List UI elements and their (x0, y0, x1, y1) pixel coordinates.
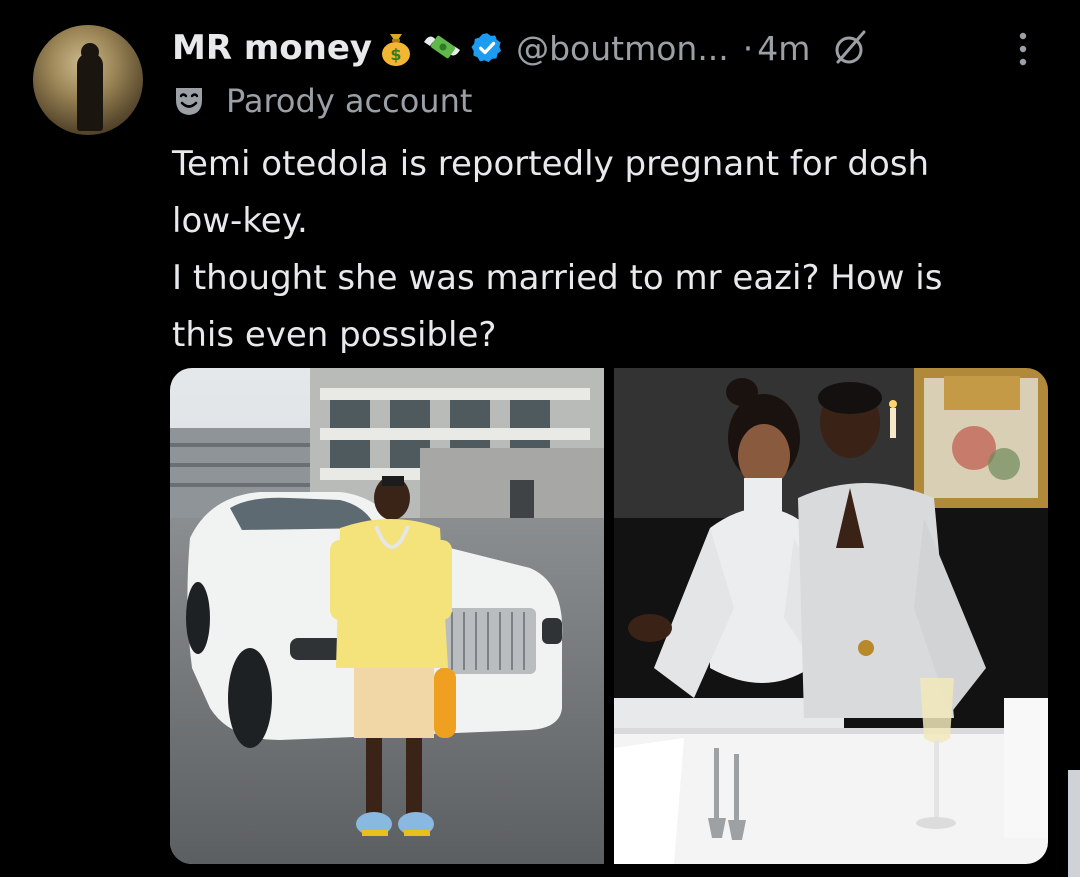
photo-right[interactable] (614, 368, 1048, 864)
money-bag-emoji-icon: $ (382, 34, 411, 66)
timestamp[interactable]: 4m (757, 29, 810, 68)
avatar-figure (77, 53, 103, 131)
tweet-media (170, 368, 1048, 864)
tweet-text-line: Temi otedola is reportedly pregnant for … (172, 144, 930, 184)
performing-arts-mask-icon (176, 88, 202, 115)
author-handle[interactable]: @boutmon... (516, 29, 729, 68)
money-with-wings-emoji-icon (424, 35, 461, 59)
more-options-icon[interactable] (1016, 30, 1030, 68)
scrollbar[interactable] (1068, 770, 1080, 877)
separator-dot: · (742, 28, 754, 68)
tweet-header: MR money $ @boutmon... · 4m (172, 22, 870, 74)
grok-icon[interactable] (830, 28, 870, 68)
account-label: Parody account (172, 78, 472, 124)
tweet-text-line: low-key. (172, 201, 308, 241)
verified-badge-icon (471, 33, 502, 63)
photo-left[interactable] (170, 368, 604, 864)
svg-text:$: $ (391, 45, 402, 64)
display-name[interactable]: MR money (172, 28, 372, 68)
tweet-text-line: this even possible? (172, 315, 497, 355)
tweet[interactable]: MR money $ @boutmon... · 4m Parody accou… (0, 0, 1080, 877)
parody-label: Parody account (226, 82, 473, 120)
tweet-text: Temi otedola is reportedly pregnant for … (172, 136, 1052, 364)
tweet-text-line: I thought she was married to mr eazi? Ho… (172, 258, 943, 298)
avatar[interactable] (33, 25, 143, 135)
